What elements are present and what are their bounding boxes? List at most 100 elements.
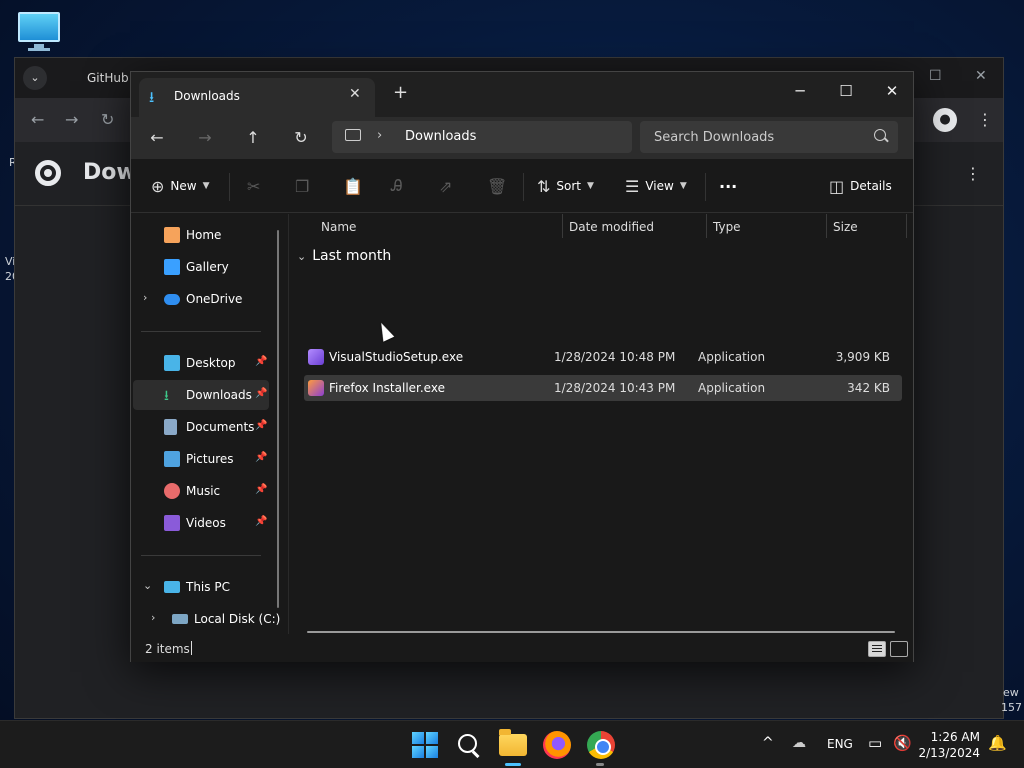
chrome-reload-icon[interactable]: ↻ [101, 110, 114, 129]
file-date: 1/28/2024 10:43 PM [554, 381, 676, 395]
column-header-size[interactable]: Size [833, 220, 858, 234]
nav-label: Music [186, 484, 221, 498]
share-button[interactable]: ⇗ [439, 174, 452, 198]
more-options-button[interactable]: ··· [719, 174, 737, 198]
nav-item-music[interactable]: Music 📌 [133, 476, 269, 506]
column-header-type[interactable]: Type [713, 220, 741, 234]
forward-icon[interactable]: → [189, 125, 221, 151]
firefox-installer-icon [308, 380, 324, 396]
cloud-offline-icon[interactable]: ☁ [792, 735, 806, 751]
chrome-back-icon[interactable]: ← [31, 110, 44, 129]
column-divider[interactable] [906, 214, 907, 238]
path-segment-downloads[interactable]: Downloads [405, 129, 476, 144]
nav-label: Pictures [186, 452, 234, 466]
maximize-icon[interactable]: ☐ [823, 76, 869, 106]
back-icon[interactable]: ← [141, 125, 173, 151]
file-name: VisualStudioSetup.exe [329, 350, 464, 364]
cut-button[interactable]: ✂ [247, 174, 260, 198]
tiles-view-button[interactable] [890, 641, 908, 657]
nav-item-documents[interactable]: Documents 📌 [133, 412, 269, 442]
pc-icon [345, 129, 361, 141]
nav-item-pictures[interactable]: Pictures 📌 [133, 444, 269, 474]
address-bar: ← → ↑ ↻ › Downloads [131, 117, 913, 159]
desktop-icon [164, 355, 180, 371]
new-button[interactable]: ⊕ New ▼ [151, 174, 210, 198]
nav-divider [141, 331, 261, 332]
column-divider[interactable] [706, 214, 707, 238]
horizontal-scrollbar[interactable] [307, 631, 895, 633]
table-row[interactable]: VisualStudioSetup.exe 1/28/2024 10:48 PM… [304, 344, 902, 370]
volume-muted-icon[interactable]: 🔇 [893, 734, 912, 752]
refresh-icon[interactable]: ↻ [285, 125, 317, 151]
table-row[interactable]: Firefox Installer.exe 1/28/2024 10:43 PM… [304, 375, 902, 401]
chevron-up-icon[interactable]: ^ [762, 735, 774, 751]
view-button[interactable]: ☰ View ▼ [625, 174, 687, 198]
clock-time[interactable]: 1:26 AM [928, 730, 980, 744]
path-box[interactable]: › Downloads [332, 121, 632, 153]
file-explorer-taskbar-icon[interactable] [499, 729, 527, 756]
chrome-page-menu-icon[interactable]: ⋮ [965, 164, 981, 183]
view-icon: ☰ [625, 176, 640, 196]
group-header-last-month[interactable]: ⌄ Last month [297, 248, 391, 264]
nav-item-videos[interactable]: Videos 📌 [133, 508, 269, 538]
firefox-icon[interactable] [543, 731, 571, 759]
nav-item-onedrive[interactable]: › OneDrive [133, 284, 269, 314]
file-explorer-window[interactable]: ⭳ Downloads ✕ + ─ ☐ ✕ ← → ↑ ↻ › Download… [130, 71, 914, 662]
nav-item-home[interactable]: Home [133, 220, 269, 250]
file-size: 3,909 KB [835, 350, 890, 364]
column-divider[interactable] [562, 214, 563, 238]
details-view-button[interactable] [868, 641, 886, 657]
background-text-fragment: 157 [1001, 701, 1022, 714]
this-pc-desktop-icon[interactable] [16, 10, 62, 52]
column-divider[interactable] [826, 214, 827, 238]
column-header-date-modified[interactable]: Date modified [569, 220, 654, 234]
chevron-right-icon[interactable]: › [143, 291, 147, 304]
paste-button[interactable]: 📋 [343, 174, 363, 198]
close-tab-icon[interactable]: ✕ [349, 86, 361, 102]
nav-item-gallery[interactable]: Gallery [133, 252, 269, 282]
delete-button[interactable]: 🗑 [487, 174, 507, 198]
search-input[interactable] [640, 121, 898, 153]
chevron-right-icon[interactable]: › [377, 128, 382, 143]
chrome-profile-icon[interactable]: ● [933, 108, 957, 132]
rename-button[interactable]: Ꭿ [391, 174, 403, 198]
details-pane-button[interactable]: ◫ Details [829, 174, 892, 198]
nav-scrollbar[interactable] [277, 230, 279, 608]
pictures-icon [164, 451, 180, 467]
nav-label: Local Disk (C:) [194, 612, 281, 626]
nav-item-this-pc[interactable]: ⌄ This PC [133, 572, 269, 602]
notification-bell-icon[interactable]: 🔔 [988, 734, 1007, 752]
up-icon[interactable]: ↑ [237, 125, 269, 151]
nav-item-local-disk[interactable]: › Local Disk (C:) [133, 604, 280, 634]
chrome-tab-search-button[interactable]: ⌄ [23, 66, 47, 90]
chrome-icon[interactable] [587, 731, 615, 759]
chevron-down-icon[interactable]: ⌄ [143, 579, 152, 592]
chrome-maximize-icon[interactable]: ☐ [929, 68, 942, 84]
navigation-pane: Home Gallery › OneDrive Desktop 📌 ⭳ Down… [131, 214, 287, 634]
nav-label: Downloads [186, 388, 252, 402]
network-icon[interactable]: ▭ [868, 734, 882, 752]
nav-item-desktop[interactable]: Desktop 📌 [133, 348, 269, 378]
new-tab-button[interactable]: + [393, 82, 408, 103]
search-box[interactable] [640, 121, 898, 153]
music-icon [164, 483, 180, 499]
clock-date[interactable]: 2/13/2024 [918, 746, 980, 760]
nav-item-downloads[interactable]: ⭳ Downloads 📌 [133, 380, 269, 410]
explorer-tab[interactable]: ⭳ Downloads ✕ [139, 78, 375, 117]
pin-icon: 📌 [255, 388, 268, 399]
copy-button[interactable]: ❐ [295, 174, 309, 198]
close-icon[interactable]: ✕ [869, 76, 915, 106]
start-button[interactable] [411, 731, 439, 759]
column-header-name[interactable]: Name [321, 220, 356, 234]
chevron-right-icon[interactable]: › [151, 611, 155, 624]
search-icon[interactable] [455, 731, 483, 759]
drive-icon [172, 614, 188, 624]
chrome-menu-icon[interactable]: ⋮ [977, 110, 993, 129]
chrome-forward-icon[interactable]: → [65, 110, 78, 129]
language-indicator[interactable]: ENG [827, 737, 853, 751]
minimize-icon[interactable]: ─ [777, 76, 823, 106]
view-button-label: View [645, 179, 674, 193]
sort-button[interactable]: ⇅ Sort ▼ [537, 174, 594, 198]
chrome-close-icon[interactable]: ✕ [975, 68, 987, 84]
divider [229, 173, 230, 201]
